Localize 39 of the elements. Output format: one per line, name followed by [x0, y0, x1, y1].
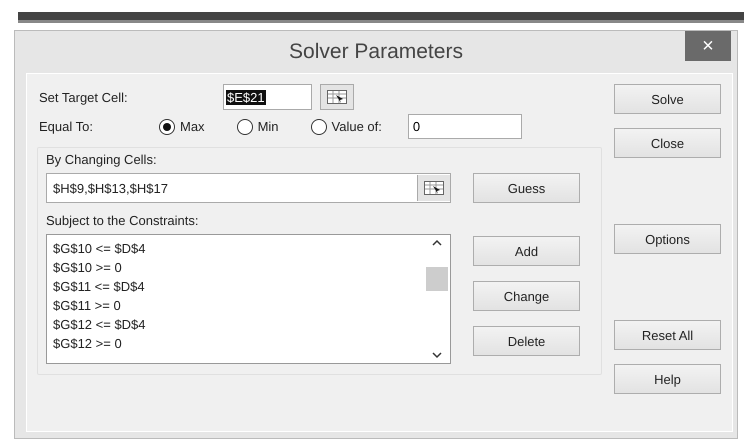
- dialog-button[interactable]: Help: [614, 364, 721, 394]
- constraint-item[interactable]: $G$10 >= 0: [53, 258, 418, 277]
- constraint-item[interactable]: $G$11 >= 0: [53, 296, 418, 315]
- guess-button[interactable]: Guess: [473, 173, 580, 203]
- value-field[interactable]: 0: [408, 114, 522, 139]
- field-label: Set Target Cell:: [39, 90, 129, 104]
- target-cell-field[interactable]: $E$21: [223, 84, 312, 110]
- range-button[interactable]: [417, 175, 450, 201]
- group-label: By Changing Cells:: [46, 152, 158, 167]
- radio-option[interactable]: Value of:: [310, 118, 382, 134]
- constraint-item[interactable]: $G$11 <= $D$4: [53, 277, 418, 296]
- radio-option[interactable]: Max: [159, 118, 205, 134]
- range-select-icon: [327, 90, 347, 104]
- constraint-button[interactable]: Change: [473, 281, 580, 311]
- constraint-button[interactable]: Add: [473, 236, 580, 266]
- changing-cells-field[interactable]: $H$9,$H$13,$H$17: [46, 173, 451, 203]
- window-title: Solver Parameters: [289, 40, 463, 64]
- radio-button[interactable]: [310, 118, 327, 134]
- radio-option[interactable]: Min: [236, 118, 279, 134]
- radio-button[interactable]: [159, 118, 175, 134]
- range-button[interactable]: [320, 84, 354, 110]
- constraint-item[interactable]: $G$12 >= 0: [53, 334, 418, 353]
- dialog-button[interactable]: Reset All: [614, 320, 721, 350]
- scroll-thumb[interactable]: [426, 267, 448, 291]
- cell-reference: $E$21: [226, 90, 266, 104]
- group-label: Subject to the Constraints:: [46, 213, 200, 228]
- dialog-button[interactable]: Solve: [614, 84, 721, 114]
- radio-button[interactable]: [236, 118, 253, 134]
- dialog-button[interactable]: Options: [614, 224, 721, 254]
- close-button[interactable]: ×: [685, 31, 731, 61]
- constraint-item[interactable]: $G$12 <= $D$4: [53, 315, 418, 334]
- dialog-button[interactable]: Close: [614, 128, 721, 158]
- scroll-down-icon[interactable]: [432, 352, 442, 359]
- range-select-icon: [424, 181, 444, 195]
- constraints-list[interactable]: $G$10 <= $D$4 $G$10 >= 0 $G$11 <= $D$4 $G$11 >= 0 $G$12 <= $D$4 $G$12 >= 0: [46, 234, 451, 364]
- field-label: Equal To:: [39, 119, 94, 134]
- constraint-item[interactable]: $G$10 <= $D$4: [53, 239, 418, 258]
- constraint-button[interactable]: Delete: [473, 326, 580, 356]
- scroll-up-icon[interactable]: [432, 239, 442, 246]
